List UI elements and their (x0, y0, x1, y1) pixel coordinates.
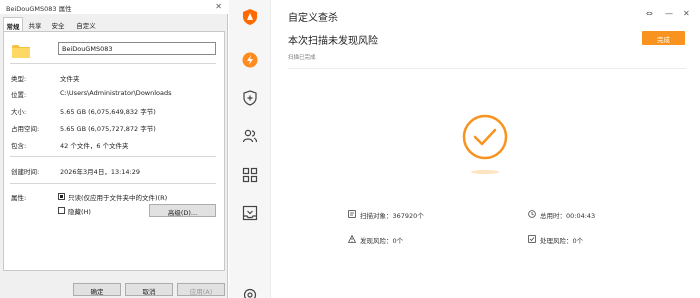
document-icon (348, 210, 356, 218)
hidden-checkbox-label[interactable]: 隐藏(H) (68, 206, 91, 216)
cancel-button[interactable]: 取消 (125, 283, 173, 296)
type-label: 类型: (11, 75, 27, 83)
dialog-title-bar: BeiDouGMS083 属性 ✕ (0, 0, 228, 14)
attributes-label: 属性: (11, 194, 27, 202)
location-value: C:\Users\Administrator\Downloads (60, 89, 172, 97)
folder-name-input[interactable]: BeiDouGMS083 (58, 42, 216, 55)
shield-plus-icon[interactable] (242, 90, 258, 106)
app-title: 自定义查杀 (288, 13, 338, 24)
divider (288, 68, 686, 69)
sidebar (229, 0, 271, 298)
risks-found-stat: 发现风险：0个 (360, 237, 404, 245)
size-label: 大小: (11, 108, 27, 116)
result-title: 本次扫描未发现风险 (288, 36, 378, 47)
divider (10, 183, 216, 184)
created-label: 创建时间: (11, 168, 40, 176)
minimize-icon[interactable]: — (665, 9, 673, 18)
apply-button[interactable]: 应用(A) (177, 283, 225, 296)
lightning-icon[interactable] (242, 52, 258, 68)
tab-customize[interactable]: 自定义 (71, 17, 101, 31)
scan-objects-stat: 扫描对象：367920个 (360, 212, 424, 220)
created-value: 2026年3月4日，13:14:29 (60, 168, 141, 176)
total-time-stat: 总用时：00:04:43 (540, 212, 596, 220)
contains-value: 42 个文件，6 个文件夹 (60, 142, 129, 150)
tab-security[interactable]: 安全 (47, 17, 69, 31)
result-subtitle: 扫描已完成 (288, 55, 316, 61)
menu-icon[interactable]: ⇔ (646, 9, 653, 18)
divider (10, 63, 216, 64)
contains-label: 包含: (11, 142, 27, 150)
tab-general[interactable]: 常规 (3, 17, 23, 32)
tab-sharing[interactable]: 共享 (25, 17, 45, 31)
success-check-icon (462, 114, 508, 174)
divider (10, 156, 216, 157)
dialog-title: BeiDouGMS083 属性 (6, 5, 72, 13)
check-box-icon (528, 235, 536, 243)
readonly-checkbox-label[interactable]: 只读(仅应用于文件夹中的文件)(R) (68, 192, 167, 202)
dialog-close-icon[interactable]: ✕ (215, 2, 222, 11)
dialog-tabs: 常规 共享 安全 自定义 (0, 17, 228, 32)
hidden-checkbox[interactable] (58, 207, 65, 214)
readonly-checkbox[interactable] (58, 193, 65, 200)
done-button[interactable]: 完成 (642, 31, 685, 45)
folder-icon (12, 45, 30, 58)
risks-handled-stat: 处理风险：0个 (540, 237, 584, 245)
general-panel (3, 31, 225, 271)
shield-logo-icon[interactable] (242, 9, 258, 25)
security-app-window: 自定义查杀 ⇔ — ✕ 本次扫描未发现风险 扫描已完成 完成 扫描对象：3679… (229, 0, 700, 298)
ok-button[interactable]: 确定 (73, 283, 121, 296)
size-on-disk-value: 5.65 GB (6,075,727,872 字节) (60, 125, 156, 133)
size-on-disk-label: 占用空间: (11, 125, 40, 133)
inbox-icon[interactable] (242, 205, 258, 221)
users-icon[interactable] (242, 128, 258, 144)
apps-icon[interactable] (242, 167, 258, 183)
clock-icon (528, 210, 536, 218)
gear-icon[interactable] (242, 287, 258, 298)
size-value: 5.65 GB (6,075,649,832 字节) (60, 108, 156, 116)
warning-icon (348, 235, 356, 243)
advanced-button[interactable]: 高级(D)... (149, 204, 216, 217)
close-icon[interactable]: ✕ (683, 9, 690, 18)
properties-dialog: BeiDouGMS083 属性 ✕ 常规 共享 安全 自定义 BeiDouGMS… (0, 0, 228, 298)
location-label: 位置: (11, 91, 27, 99)
type-value: 文件夹 (60, 75, 80, 83)
